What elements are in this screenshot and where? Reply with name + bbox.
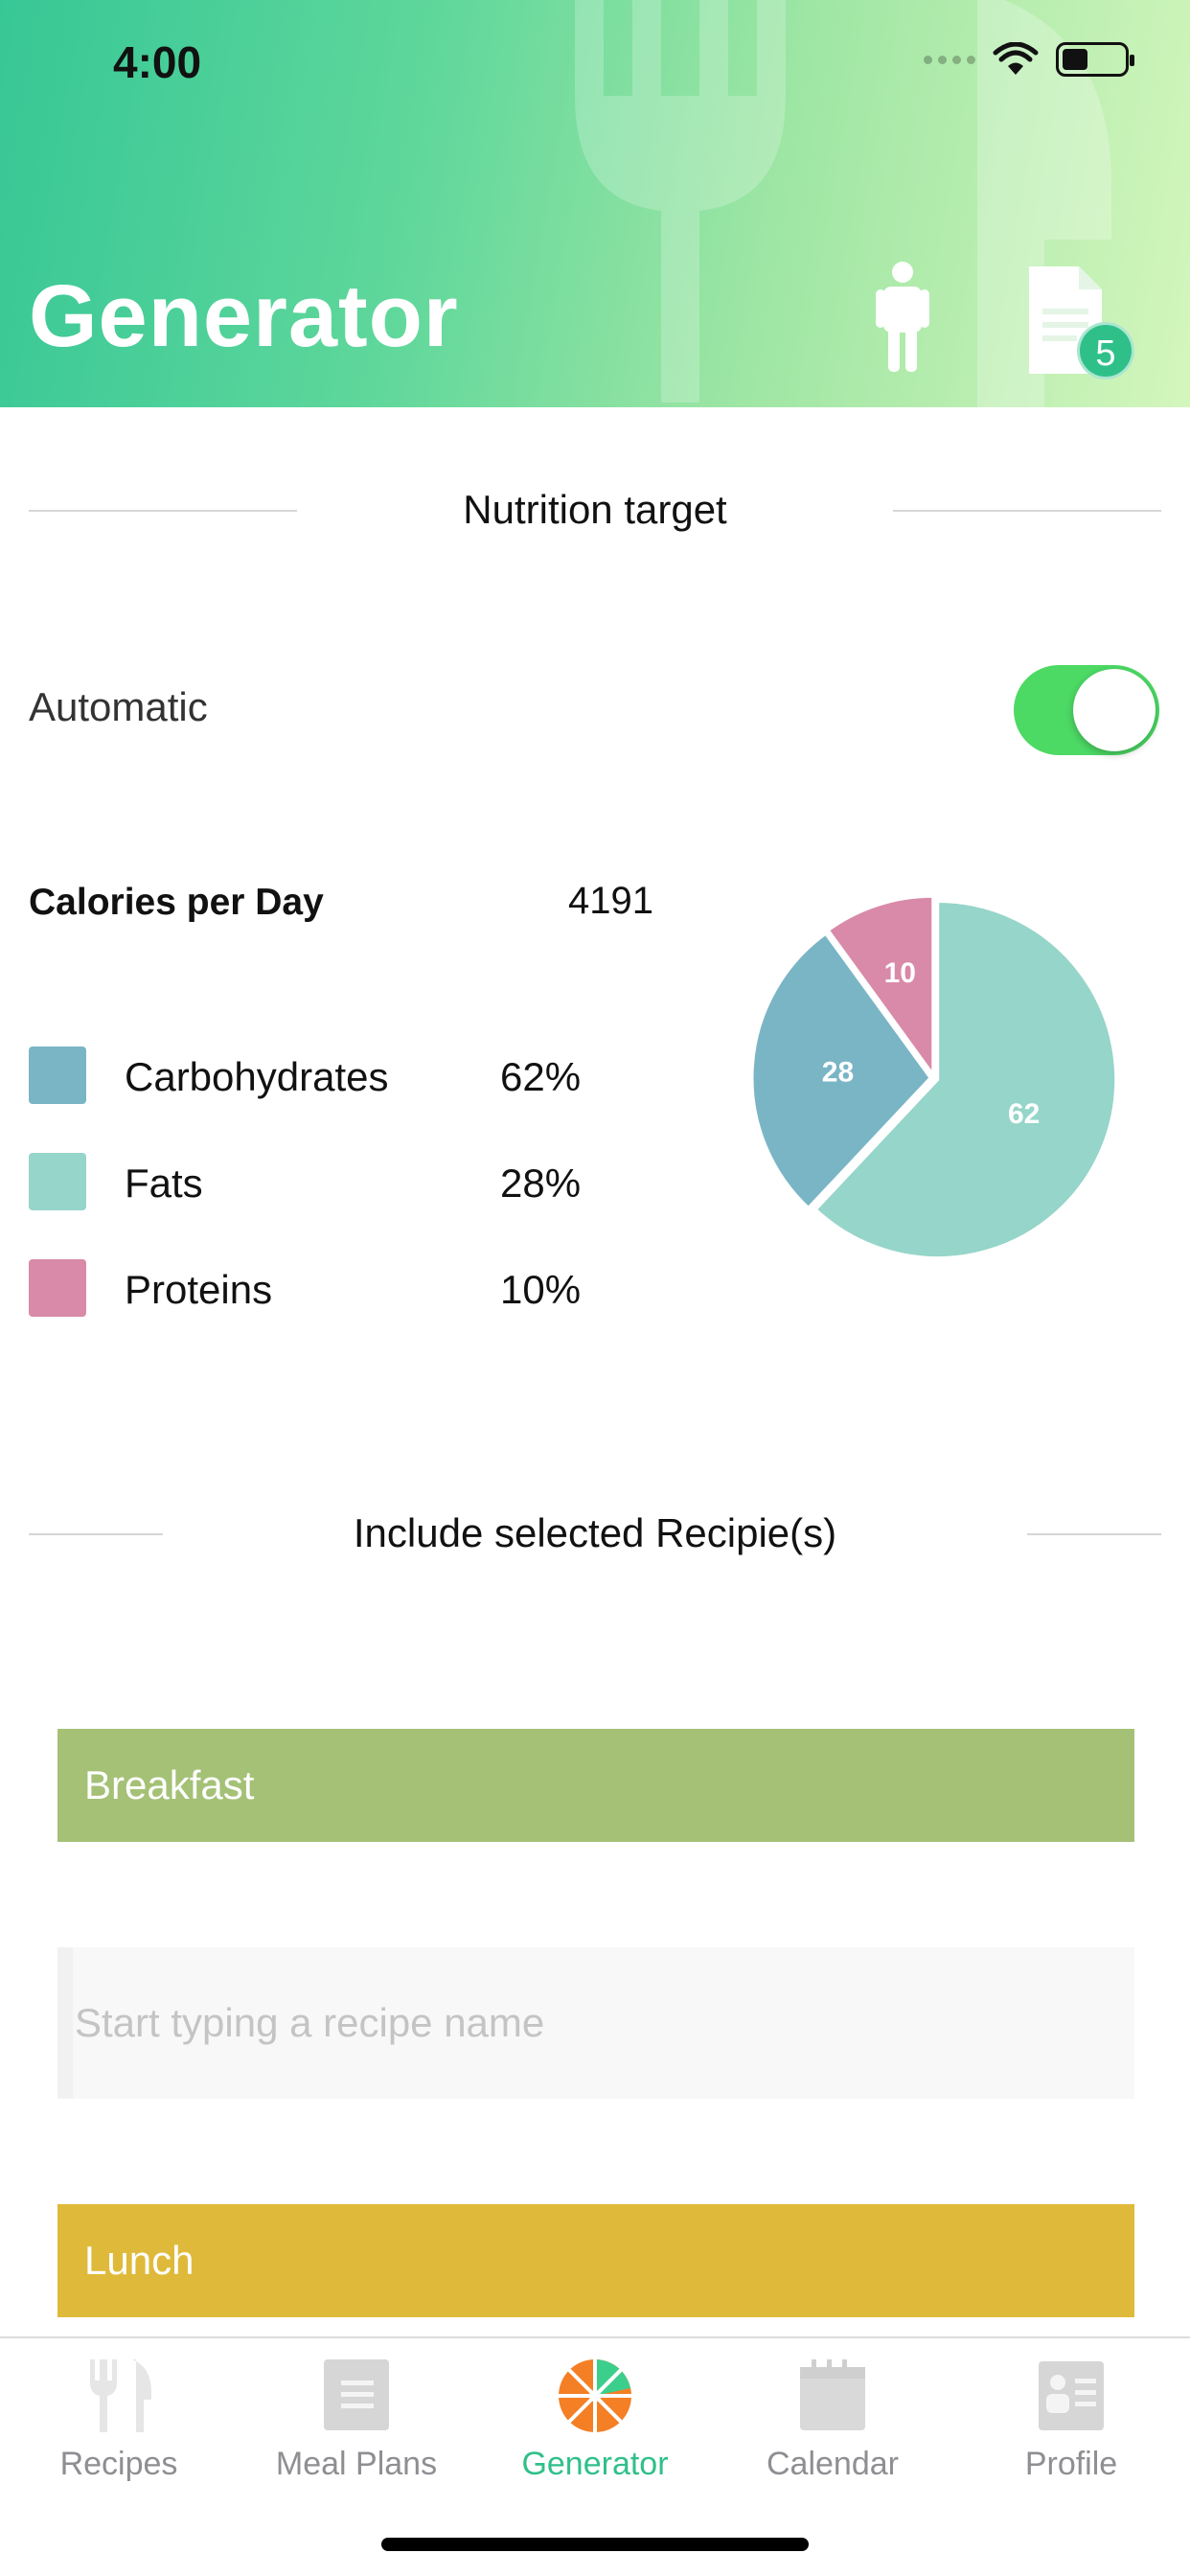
tab-recipes-label: Recipes — [59, 2446, 178, 2482]
tab-profile-label: Profile — [1024, 2446, 1118, 2482]
carbohydrates-swatch — [29, 1046, 86, 1104]
fats-swatch — [29, 1153, 86, 1210]
status-time: 4:00 — [113, 37, 202, 87]
tab-recipes[interactable]: Recipes — [0, 2348, 238, 2511]
automatic-toggle[interactable] — [1014, 665, 1159, 755]
person-icon[interactable] — [874, 261, 931, 374]
fork-decoration-icon — [575, 0, 786, 402]
pie-label-0: 62 — [1008, 1098, 1040, 1130]
breakfast-header[interactable]: Breakfast — [57, 1729, 1134, 1842]
book-icon — [324, 2359, 389, 2430]
status-icons — [924, 42, 1134, 77]
calendar-icon — [800, 2359, 865, 2430]
tab-calendar-label: Calendar — [767, 2446, 899, 2482]
tab-generator[interactable]: Generator — [476, 2348, 714, 2511]
page-title: Generator — [29, 267, 459, 365]
profile-card-icon — [1039, 2361, 1104, 2430]
recipes-section-title: Include selected Recipie(s) — [353, 1510, 837, 1555]
header: 4:00 Generator 5 — [0, 0, 1190, 407]
legend-row-proteins: Proteins 10% — [29, 1259, 642, 1317]
wifi-icon — [993, 42, 1039, 75]
tab-calendar[interactable]: Calendar — [714, 2348, 951, 2511]
legend-row-carbohydrates: Carbohydrates 62% — [29, 1046, 642, 1104]
fats-label: Fats — [125, 1161, 203, 1206]
lunch-header[interactable]: Lunch — [57, 2204, 1134, 2317]
fats-percent: 28% — [500, 1161, 582, 1206]
legend-row-fats: Fats 28% — [29, 1153, 642, 1210]
tab-meal-plans-label: Meal Plans — [275, 2446, 438, 2482]
calories-label: Calories per Day — [29, 882, 324, 923]
orange-slice-icon — [559, 2359, 631, 2432]
pie-label-2: 10 — [884, 957, 916, 989]
carbohydrates-percent: 62% — [500, 1054, 582, 1099]
document-count-badge: 5 — [1077, 322, 1134, 380]
signal-icon — [924, 55, 975, 64]
tab-generator-label: Generator — [521, 2446, 669, 2482]
battery-icon — [1056, 42, 1134, 77]
tab-profile[interactable]: Profile — [952, 2348, 1190, 2511]
nutrition-section-title: Nutrition target — [463, 487, 727, 532]
home-indicator — [381, 2538, 809, 2551]
toggle-knob — [1073, 669, 1156, 751]
recipe-search-input[interactable] — [57, 1947, 1134, 2099]
tab-meal-plans[interactable]: Meal Plans — [238, 2348, 475, 2511]
calories-value[interactable]: 4191 — [568, 880, 653, 923]
proteins-percent: 10% — [500, 1267, 582, 1312]
carbohydrates-label: Carbohydrates — [125, 1054, 389, 1099]
fork-knife-icon — [90, 2359, 151, 2432]
pie-label-1: 28 — [822, 1057, 854, 1089]
proteins-label: Proteins — [125, 1267, 273, 1312]
proteins-swatch — [29, 1259, 86, 1317]
macros-pie-chart: 62 28 10 — [750, 894, 1118, 1259]
automatic-label: Automatic — [29, 684, 208, 729]
